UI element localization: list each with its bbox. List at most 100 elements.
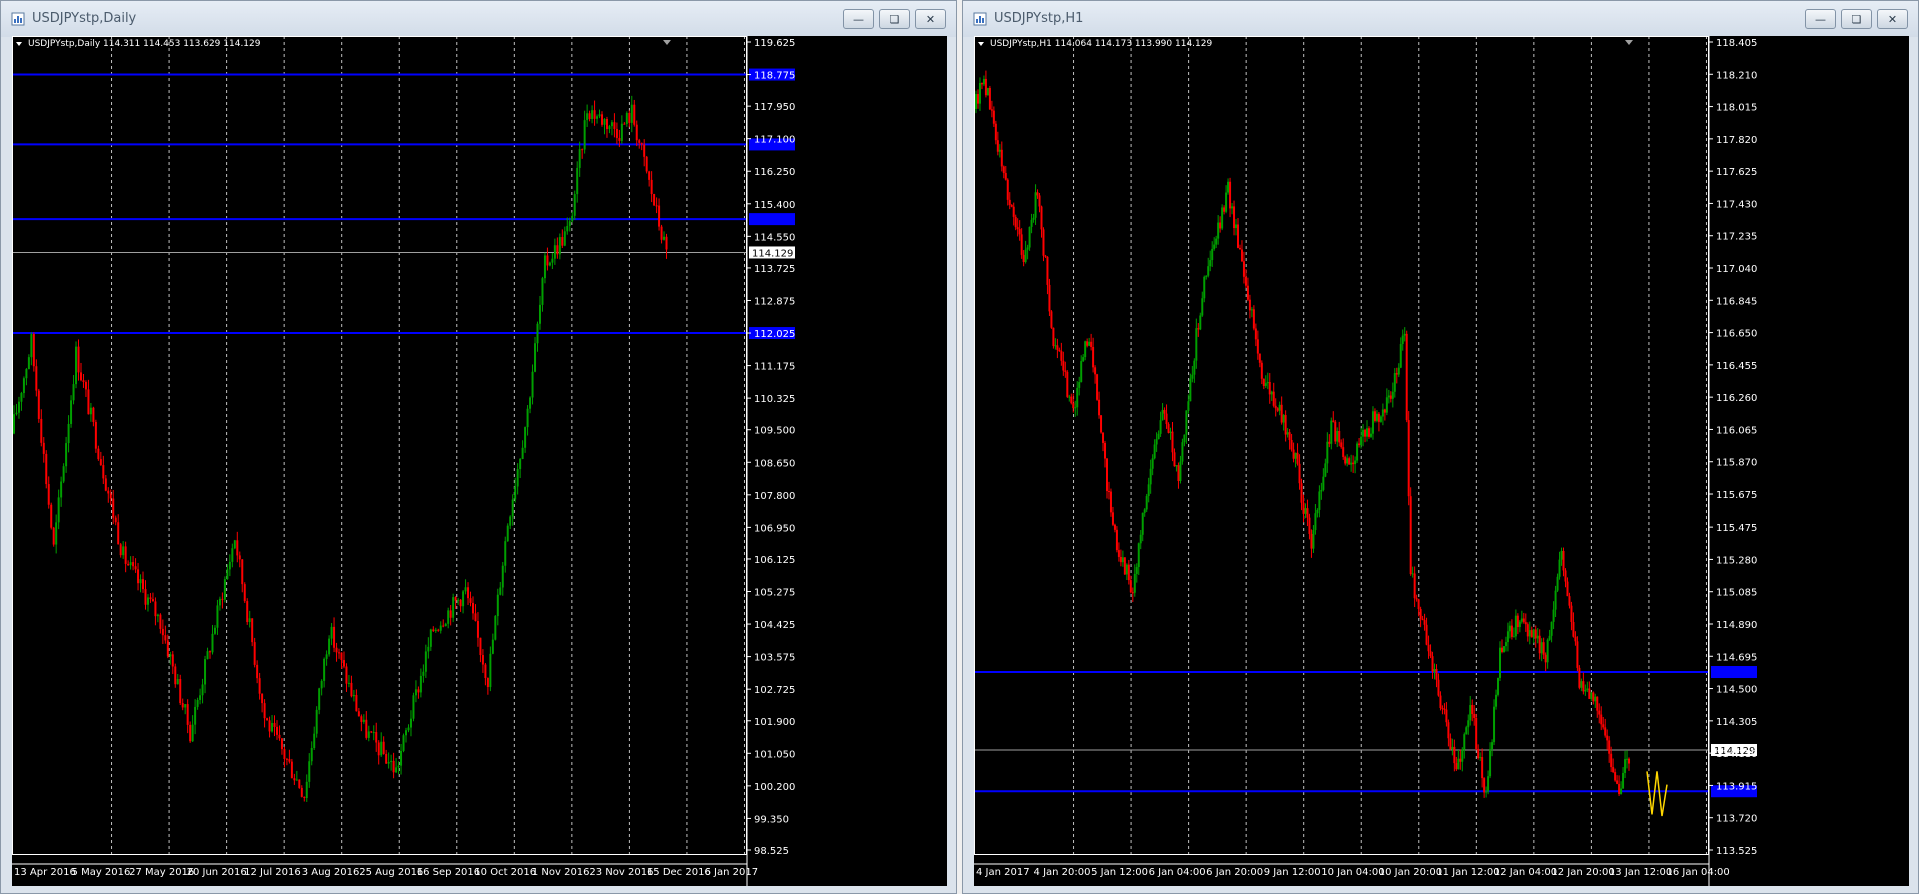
candle-body — [543, 255, 546, 279]
candle-body — [204, 659, 207, 685]
candle-body — [1129, 580, 1132, 593]
candle-body — [613, 122, 616, 129]
candle-body — [1217, 222, 1220, 239]
candle-body — [1052, 327, 1055, 346]
price-axis-label: 118.015 — [1716, 103, 1757, 114]
candle-body — [476, 621, 479, 638]
candle-body — [1252, 309, 1255, 329]
price-axis-label: 115.400 — [754, 200, 795, 211]
restore-button[interactable]: ❏ — [1841, 9, 1872, 29]
projection-zigzag-line[interactable] — [1646, 771, 1668, 817]
h1-chart-area[interactable]: 114.129 118.405 118.210 118.015 117.820 117.… — [974, 36, 1909, 886]
candle-body — [248, 618, 251, 623]
date-axis-label: 6 Jan 2017 — [704, 867, 758, 878]
candle-body — [1576, 641, 1579, 668]
price-axis-label: 106.950 — [754, 523, 795, 534]
candle-body — [1032, 217, 1035, 220]
h1-candlestick-chart[interactable]: 114.129 118.405118.210118.015117.820117.… — [974, 36, 1909, 886]
h1-title-bar[interactable]: USDJPYstp,H1 — ❏ ✕ — [963, 1, 1918, 37]
candle-body — [1298, 463, 1301, 484]
candle-body — [1516, 615, 1519, 628]
price-axis-label: 118.405 — [1716, 38, 1757, 49]
candle-body — [546, 255, 549, 266]
minimize-button[interactable]: — — [843, 9, 874, 29]
candle-body — [132, 562, 135, 567]
close-icon: ✕ — [1887, 12, 1898, 26]
candle-body — [1417, 599, 1420, 610]
candle-body — [1058, 349, 1061, 352]
candle-body — [1423, 620, 1426, 625]
candle-body — [658, 205, 661, 227]
candle-body — [1449, 738, 1452, 750]
daily-window-title: USDJPYstp,Daily — [32, 11, 137, 26]
daily-chart-area[interactable]: 114.129 119.625 118.775 117.950 117.100 116.… — [12, 36, 947, 886]
candle-body — [1002, 166, 1005, 174]
candle-body — [1225, 192, 1228, 212]
minimize-button[interactable]: — — [1805, 9, 1836, 29]
candle-body — [1528, 630, 1531, 637]
candle-body — [94, 421, 97, 449]
candle-body — [1000, 149, 1003, 167]
daily-chart-window[interactable]: USDJPYstp,Daily — ❏ ✕ 114.129 119.625 118… — [0, 0, 957, 894]
candle-body — [628, 113, 631, 123]
candle-body — [1626, 758, 1629, 760]
candle-body — [1600, 714, 1603, 725]
candle-body — [1066, 371, 1069, 397]
close-button[interactable]: ✕ — [915, 9, 946, 29]
candle-body — [350, 682, 353, 697]
candle-body — [1151, 458, 1154, 469]
candle-body — [1104, 442, 1107, 459]
candle-body — [375, 732, 378, 743]
date-axis-label: 5 May 2016 — [72, 867, 131, 878]
candle-body — [1371, 411, 1374, 434]
daily-title-bar[interactable]: USDJPYstp,Daily — ❏ ✕ — [1, 1, 956, 37]
candle-body — [70, 400, 73, 424]
date-axis-label: 23 Nov 2016 — [589, 867, 653, 878]
candle-body — [1429, 651, 1432, 657]
candle-body — [303, 796, 306, 798]
candle-body — [246, 601, 249, 623]
date-axis-label: 13 Apr 2016 — [14, 867, 76, 878]
chart-dropdown-icon[interactable] — [16, 42, 22, 46]
chart-dropdown-icon[interactable] — [978, 42, 984, 46]
candle-body — [17, 401, 20, 413]
candle-body — [417, 689, 420, 693]
daily-candlestick-chart[interactable]: 114.129 119.625 118.775 117.950 117.100 116.… — [12, 36, 947, 886]
candle-body — [1465, 727, 1468, 735]
candle-body — [1455, 763, 1458, 770]
candle-body — [1183, 434, 1186, 443]
h1-chart-window[interactable]: USDJPYstp,H1 — ❏ ✕ 114.129 118.405 118.21… — [962, 0, 1919, 894]
candle-body — [598, 114, 601, 117]
candle-body — [434, 629, 437, 632]
candle-body — [1538, 635, 1541, 654]
candle-body — [1062, 360, 1065, 371]
candle-body — [531, 371, 534, 398]
candle-body — [1381, 409, 1384, 417]
price-axis-label: 115.475 — [1716, 523, 1757, 534]
candle-body — [1379, 416, 1382, 422]
candle-body — [164, 635, 167, 641]
restore-button[interactable]: ❏ — [879, 9, 910, 29]
candle-body — [1036, 192, 1039, 196]
candle-body — [571, 215, 574, 222]
candle-body — [645, 156, 648, 172]
candle-body — [1433, 669, 1436, 672]
candle-body — [144, 589, 147, 605]
close-button[interactable]: ✕ — [1877, 9, 1908, 29]
candle-body — [1369, 433, 1372, 437]
candle-body — [496, 594, 499, 617]
candle-body — [573, 194, 576, 216]
candle-body — [660, 226, 663, 240]
price-axis-label: 113.725 — [754, 264, 795, 275]
candle-body — [1107, 491, 1110, 493]
candle-body — [377, 742, 380, 756]
candle-body — [1399, 344, 1402, 368]
date-axis-label: 25 Aug 2016 — [359, 867, 423, 878]
candle-body — [504, 541, 507, 566]
candle-body — [1276, 408, 1279, 411]
price-axis-label: 100.200 — [754, 782, 795, 793]
candle-body — [501, 565, 504, 588]
price-axis-label: 110.325 — [754, 394, 795, 405]
price-axis-label: 116.845 — [1716, 296, 1757, 307]
candle-body — [1300, 483, 1303, 503]
